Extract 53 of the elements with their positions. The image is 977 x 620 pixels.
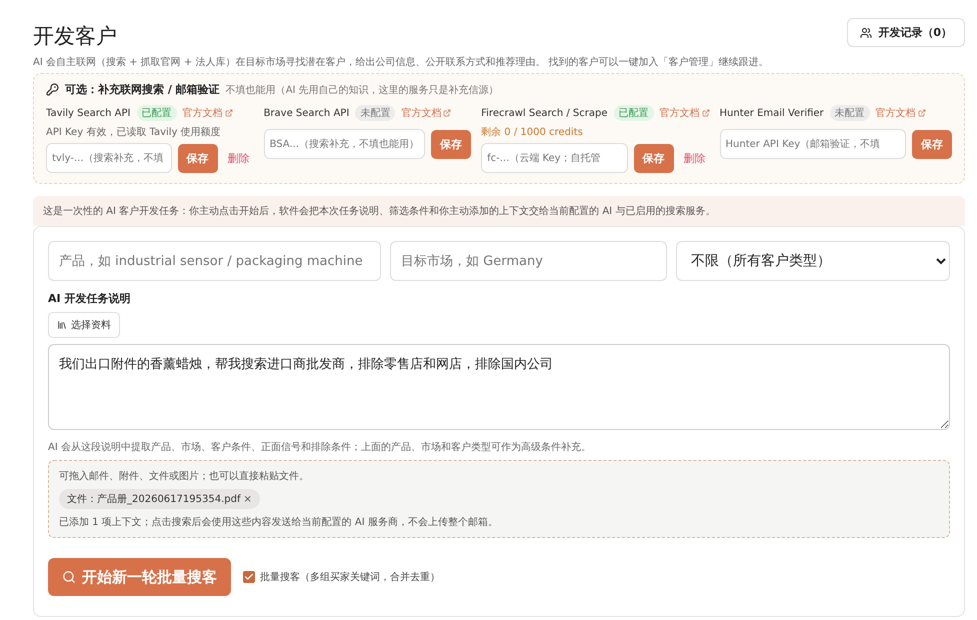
delete-button[interactable]: 删除: [680, 150, 710, 166]
docs-link[interactable]: 官方文档: [182, 106, 233, 120]
status-badge: 未配置: [355, 105, 396, 121]
batch-label: 批量搜客（多组买家关键词，合并去重）: [260, 570, 440, 584]
external-link-icon: [443, 109, 452, 117]
drop-hint: 可拖入邮件、附件、文件或图片；也可以直接粘贴文件。: [59, 470, 310, 483]
history-button[interactable]: 开发记录（0）: [847, 18, 965, 47]
task-hint: AI 会从这段说明中提取产品、市场、客户条件、正面信号和排除条件；上面的产品、市场和客户类型可作为高级条件补充。: [48, 440, 592, 454]
service-note: 剩余 0 / 1000 credits: [481, 126, 584, 139]
save-button[interactable]: 保存: [431, 130, 472, 158]
product-field[interactable]: 产品，如 industrial sensor / packaging machine: [48, 241, 381, 281]
status-badge: 已配置: [614, 105, 654, 121]
docs-link[interactable]: 官方文档: [401, 106, 452, 120]
search-button[interactable]: 开始新一轮批量搜客: [48, 558, 231, 596]
service-name: Hunter Email Verifier: [720, 108, 824, 118]
save-button[interactable]: 保存: [178, 144, 218, 172]
status-badge: 已配置: [136, 105, 177, 121]
api-key-field[interactable]: tvly-...（搜索补充，不填: [46, 143, 172, 173]
task-label: AI 开发任务说明: [48, 291, 132, 306]
choose-material-button[interactable]: 选择资料: [48, 312, 120, 338]
customer-type-select[interactable]: 不限（所有客户类型）: [676, 241, 950, 281]
save-button[interactable]: 保存: [912, 130, 952, 158]
market-field[interactable]: 目标市场，如 Germany: [390, 241, 667, 281]
search-icon: [62, 570, 76, 584]
docs-link[interactable]: 官方文档: [660, 106, 710, 120]
api-key-field[interactable]: fc-...（云端 Key；自托管: [481, 143, 628, 173]
external-link-icon: [918, 109, 926, 117]
service-name: Tavily Search API: [46, 108, 131, 118]
delete-button[interactable]: 删除: [224, 150, 254, 166]
external-link-icon: [702, 109, 710, 117]
batch-checkbox[interactable]: [243, 571, 255, 583]
file-name: 文件：产品册_20260617195354.pdf: [67, 492, 240, 506]
page-description: AI 会自主联网（搜索 + 抓取官网 + 法人库）在目标市场寻找潜在客户，给出公司信息、公开联系方式和推荐理由。 找到的客户可以一键加入「客户管理」继续跟进。: [33, 56, 770, 69]
panel-subtitle: 不填也能用（AI 先用自己的知识，这里的服务只是补充信源）: [226, 84, 499, 96]
remove-file-button[interactable]: ×: [243, 494, 252, 504]
service-note: API Key 有效，已读取 Tavily 使用额度: [46, 126, 222, 139]
service-name: Firecrawl Search / Scrape: [481, 108, 608, 118]
service-name: Brave Search API: [264, 108, 350, 118]
save-button[interactable]: 保存: [634, 144, 674, 172]
page-title: 开发客户: [33, 23, 117, 50]
api-key-field[interactable]: BSA...（搜索补充，不填也能用）: [264, 129, 426, 159]
status-badge: 未配置: [830, 105, 870, 121]
notice-banner: 这是一次性的 AI 客户开发任务：你主动点击开始后，软件会把本次任务说明、筛选条件和你主动添加的上下文交给当前配置的 AI 与已启用的搜索服务。: [33, 196, 965, 226]
docs-link[interactable]: 官方文档: [876, 106, 926, 120]
users-icon: [860, 26, 872, 38]
panel-title: 可选：补充联网搜索 / 邮箱验证: [65, 82, 220, 97]
context-note: 已添加 1 项上下文；点击搜索后会使用这些内容发送给当前配置的 AI 服务商，不会上传整个邮箱。: [59, 516, 499, 529]
task-textarea[interactable]: 我们出口附件的香薰蜡烛，帮我搜索进口商批发商，排除零售店和网店，排除国内公司: [48, 344, 950, 430]
external-link-icon: [224, 109, 233, 117]
drop-zone[interactable]: 可拖入邮件、附件、文件或图片；也可以直接粘贴文件。 文件：产品册_20260617195354.pdf × 已添加 1 项上下文；点击搜索后会使用这些内容发送给当前配置的 AI 服务商，不会上传整个邮箱。: [48, 460, 950, 538]
key-icon: [46, 83, 59, 96]
api-key-field[interactable]: Hunter API Key（邮箱验证，不填: [720, 129, 906, 159]
library-icon: [57, 320, 67, 330]
